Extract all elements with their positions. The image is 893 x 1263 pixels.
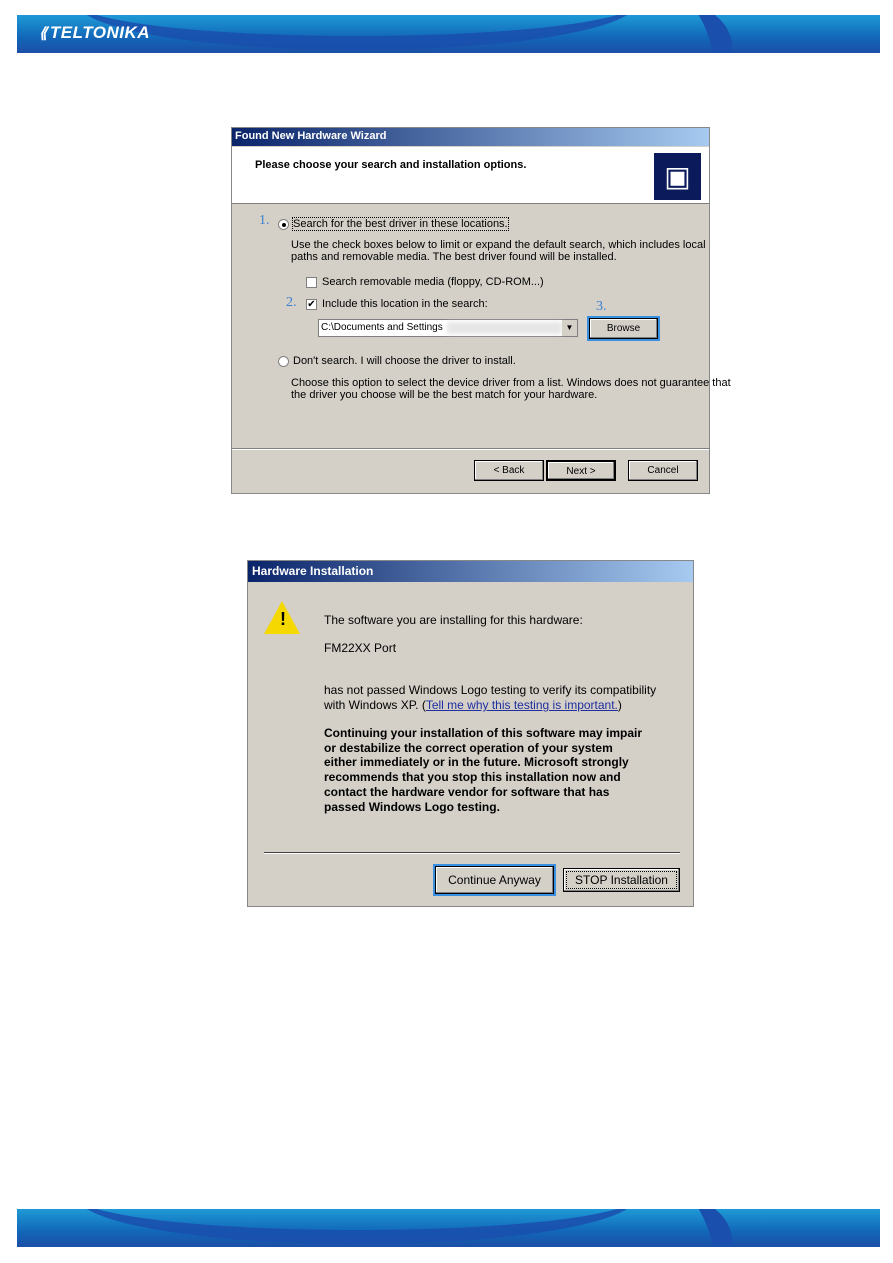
divider	[232, 448, 709, 450]
header-banner: ⟪ TELTONIKA	[17, 15, 880, 53]
removable-media-checkbox[interactable]	[306, 277, 317, 288]
search-radio[interactable]	[278, 219, 289, 230]
search-description-2: paths and removable media. The best driv…	[291, 251, 617, 263]
teltonika-logo: ⟪ TELTONIKA	[39, 23, 151, 42]
browse-button[interactable]: Browse	[587, 316, 660, 341]
search-description: Use the check boxes below to limit or ex…	[291, 239, 706, 251]
continue-anyway-button[interactable]: Continue Anyway	[433, 864, 556, 896]
wizard-header: Please choose your search and installati…	[232, 147, 709, 204]
step-1-label: 1.	[259, 213, 270, 228]
search-option-label[interactable]: Search for the best driver in these loca…	[292, 217, 509, 231]
location-combobox[interactable]: C:\Documents and Settings ▼	[318, 319, 578, 337]
step-3-label: 3.	[596, 299, 607, 314]
hw-line1: The software you are installing for this…	[324, 613, 583, 627]
divider	[264, 852, 680, 854]
location-value: C:\Documents and Settings	[321, 322, 443, 333]
wizard-title: Found New Hardware Wizard	[232, 128, 709, 146]
cancel-button[interactable]: Cancel	[628, 460, 698, 481]
hw-line3: with Windows XP. (Tell me why this testi…	[324, 698, 622, 712]
dont-search-description: Choose this option to select the device …	[291, 377, 731, 389]
wizard-heading: Please choose your search and installati…	[255, 159, 527, 171]
step-2-label: 2.	[286, 295, 297, 310]
footer-banner	[17, 1209, 880, 1247]
dont-search-description-2: the driver you choose will be the best m…	[291, 389, 598, 401]
dont-search-radio[interactable]	[278, 356, 289, 367]
why-testing-link[interactable]: Tell me why this testing is important.	[426, 698, 618, 712]
warning-exclamation: !	[280, 609, 286, 629]
include-location-label: Include this location in the search:	[322, 298, 488, 310]
dropdown-arrow-icon[interactable]: ▼	[562, 320, 577, 336]
next-button[interactable]: Next >	[546, 460, 616, 481]
warning-text: Continuing your installation of this sof…	[324, 726, 643, 814]
hw-line2: has not passed Windows Logo testing to v…	[324, 683, 657, 697]
removable-media-label: Search removable media (floppy, CD-ROM..…	[322, 276, 544, 288]
hardware-icon: ▣	[654, 153, 701, 200]
blurred-path	[447, 322, 562, 334]
found-new-hardware-wizard: Found New Hardware Wizard Please choose …	[231, 127, 731, 494]
hw-title: Hardware Installation	[248, 561, 693, 582]
device-name: FM22XX Port	[324, 641, 397, 655]
include-location-checkbox[interactable]: ✔	[306, 299, 317, 310]
stop-installation-button[interactable]: STOP Installation	[563, 868, 680, 892]
back-button[interactable]: < Back	[474, 460, 544, 481]
hardware-installation-dialog: Hardware Installation ! The software you…	[247, 560, 694, 907]
dont-search-label[interactable]: Don't search. I will choose the driver t…	[293, 355, 516, 367]
